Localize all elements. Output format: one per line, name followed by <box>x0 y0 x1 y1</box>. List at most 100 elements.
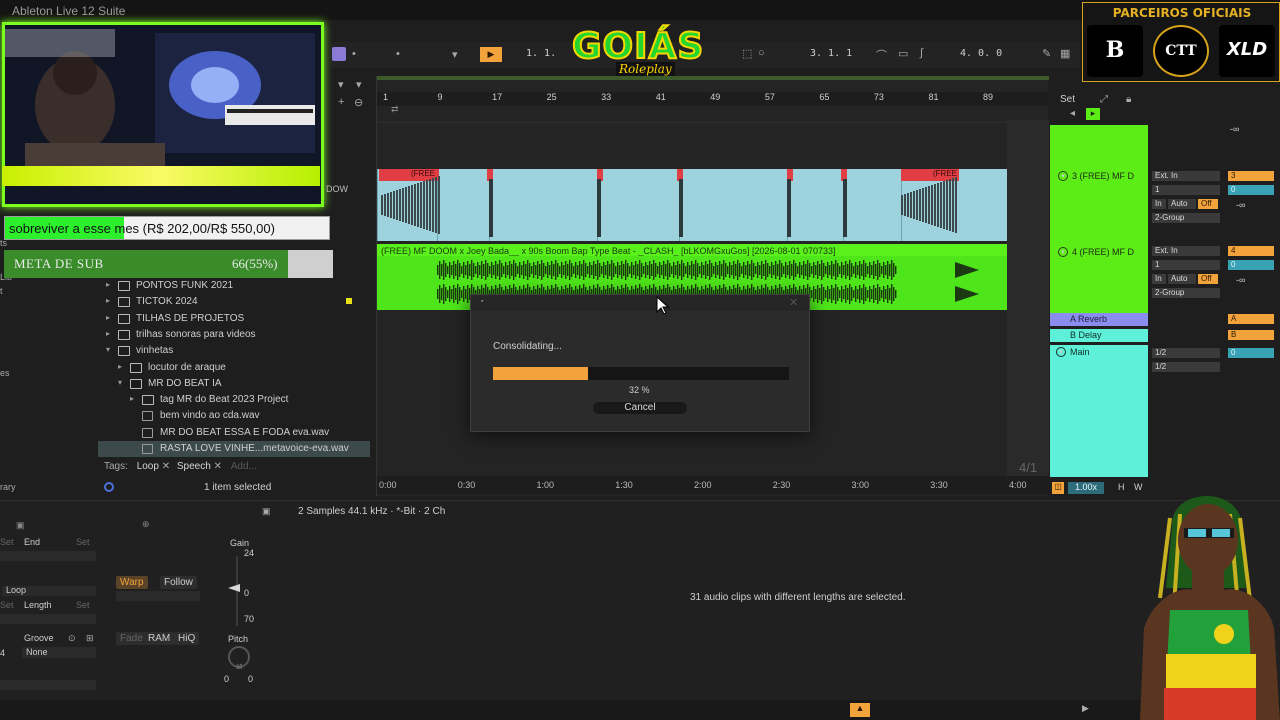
minus-icon[interactable]: ⊖ <box>354 96 363 109</box>
launch-icon[interactable]: ⊕ <box>142 519 150 530</box>
chevron-icon[interactable]: ▸ <box>106 296 110 305</box>
input-channel[interactable]: 1 <box>1152 185 1220 195</box>
play-button[interactable]: ▶ <box>480 47 502 62</box>
chevron-down-icon[interactable]: ▾ <box>356 78 362 91</box>
track-pan[interactable]: -∞ <box>1236 275 1245 285</box>
warp-mode-select[interactable] <box>116 591 200 601</box>
browser-folder-item[interactable]: ▾ vinhetas <box>98 343 370 359</box>
main-volume[interactable]: 0 <box>1228 348 1274 358</box>
close-icon[interactable]: ✕ <box>162 461 173 472</box>
groove-select[interactable]: None <box>22 647 96 658</box>
chevron-icon[interactable]: ▾ <box>118 378 122 387</box>
clip-toggle-icon[interactable]: ▣ <box>16 520 25 531</box>
input-type[interactable]: Ext. In <box>1152 171 1220 181</box>
cancel-button[interactable]: Cancel <box>593 402 687 414</box>
mixer-track-4[interactable]: ▾ 4 (FREE) MF D <box>1050 244 1148 314</box>
keyboard-icon[interactable]: ▦ <box>1060 47 1070 60</box>
arrangement-view[interactable]: 1 9 17 25 33 41 49 57 65 73 81 89 ⇄ (FREE (FREE (FRE… <box>376 76 1049 496</box>
add-icon[interactable]: + <box>338 96 344 108</box>
return-track-b[interactable]: B Delay <box>1050 329 1148 342</box>
main-output[interactable]: 1/2 <box>1152 348 1220 358</box>
lock-icon[interactable]: 🔒︎ <box>1126 94 1131 105</box>
chevron-icon[interactable]: ▾ <box>106 345 110 354</box>
track-name[interactable]: 3 (FREE) MF D <box>1072 171 1134 181</box>
main-output-2[interactable]: 1/2 <box>1152 362 1220 372</box>
arrangement-toggle-icon[interactable]: ▲ <box>850 703 870 717</box>
chevron-icon[interactable]: ▸ <box>118 362 122 371</box>
browser-category[interactable]: es <box>0 368 10 378</box>
overview-strip[interactable] <box>377 76 1049 80</box>
arrow-left-icon[interactable]: ◂ <box>1070 108 1075 119</box>
library-label[interactable]: rary <box>0 482 16 492</box>
set-button[interactable]: Set <box>0 600 14 610</box>
input-type[interactable]: Ext. In <box>1152 246 1220 256</box>
track-fold-icon[interactable]: ▾ <box>1058 171 1068 181</box>
arrow-right-icon[interactable]: ▸ <box>1086 108 1100 120</box>
loop-length[interactable]: 4. 0. 0 <box>960 48 1002 59</box>
time-ruler[interactable]: 0:00 0:30 1:00 1:30 2:00 2:30 3:00 3:30 4:00 <box>377 476 1049 494</box>
hiq-button[interactable]: HiQ <box>174 632 200 645</box>
tag-add[interactable]: Add... <box>231 461 257 472</box>
length-field[interactable] <box>0 614 96 624</box>
output-routing[interactable]: 2-Group <box>1152 288 1220 298</box>
browser-folder-item[interactable]: ▸ TICTOK 2024 <box>98 294 370 310</box>
track-pan[interactable]: -∞ <box>1236 200 1245 210</box>
arrangement-position[interactable]: 1. 1. <box>526 48 556 59</box>
input-channel[interactable]: 1 <box>1152 260 1220 270</box>
follow-icon[interactable]: ⇄ <box>391 104 399 115</box>
chevron-down-icon[interactable]: ▾ <box>452 48 458 61</box>
set-button[interactable]: Set <box>76 537 90 547</box>
return-track-a[interactable]: A Reverb <box>1050 313 1148 326</box>
extra-field[interactable] <box>0 680 96 690</box>
browser-folder-item[interactable]: ▾ MR DO BEAT IA <box>98 376 370 392</box>
monitor-off[interactable]: Off <box>1198 199 1218 209</box>
chevron-down-icon[interactable]: ▾ <box>338 78 344 91</box>
bar-ruler[interactable]: 1 9 17 25 33 41 49 57 65 73 81 89 <box>377 92 1049 106</box>
output-routing[interactable]: 2-Group <box>1152 213 1220 223</box>
audio-track-3-lane[interactable]: (FREE (FREE <box>377 169 1007 241</box>
monitor-in[interactable]: In <box>1152 274 1166 284</box>
chevron-icon[interactable]: ▸ <box>106 313 110 322</box>
track-number[interactable]: 4 <box>1228 246 1274 256</box>
fade-button[interactable]: Fade <box>116 632 147 645</box>
zoom-level[interactable]: 1.00x <box>1068 482 1104 494</box>
main-track[interactable]: ▾ Main <box>1050 345 1148 477</box>
track-name[interactable]: 4 (FREE) MF D <box>1072 247 1134 257</box>
tag-loop[interactable]: Loop <box>137 461 159 472</box>
set-button[interactable]: Set <box>76 600 90 610</box>
groove-hotswap-icon[interactable]: ⊙ <box>68 633 76 644</box>
mixer-track-3[interactable]: ▾ 3 (FREE) MF D <box>1050 168 1148 238</box>
browser-folder-item[interactable]: ▸ trilhas sonoras para videos <box>98 327 370 343</box>
browser-file-item[interactable]: RASTA LOVE VINHE...metavoice-eva.wav <box>98 441 370 457</box>
close-icon[interactable]: ✕ <box>214 461 225 472</box>
pitch-semitones[interactable]: 0 <box>224 674 229 684</box>
sync-icon[interactable]: ◫ <box>1052 482 1064 494</box>
monitor-auto[interactable]: Auto <box>1168 274 1196 284</box>
dialog-titlebar[interactable]: ▪ ✕ <box>471 295 809 311</box>
save-icon[interactable]: ▣ <box>262 506 271 517</box>
monitor-in[interactable]: In <box>1152 199 1166 209</box>
play-icon[interactable]: ▶ <box>1082 703 1089 714</box>
screen-icon[interactable]: ▭ <box>898 47 908 60</box>
mode-button[interactable] <box>332 47 346 61</box>
browser-file-item[interactable]: bem vindo ao cda.wav <box>98 408 370 424</box>
h-button[interactable]: H <box>1118 482 1125 492</box>
punch-in-icon[interactable]: ⌒ <box>876 47 887 63</box>
close-icon[interactable]: ✕ <box>789 296 798 309</box>
track-volume[interactable]: 0 <box>1228 260 1274 270</box>
browser-project-item[interactable]: ▸ tag MR do Beat 2023 Project <box>98 392 370 408</box>
track-fold-icon[interactable]: ▾ <box>1056 347 1066 357</box>
browser-file-item[interactable]: MR DO BEAT ESSA E FODA eva.wav <box>98 425 370 441</box>
browser-category[interactable]: t <box>0 286 3 296</box>
chevron-icon[interactable]: ▸ <box>106 329 110 338</box>
chevron-icon[interactable]: ▸ <box>130 394 134 403</box>
chevron-icon[interactable]: ▸ <box>106 280 110 289</box>
pitch-cents[interactable]: 0 <box>248 674 253 684</box>
browser-folder-item[interactable]: ▸ locutor de araque <box>98 360 370 376</box>
end-field[interactable] <box>0 551 96 561</box>
follow-button[interactable]: Follow <box>160 576 197 589</box>
set-label[interactable]: Set <box>1060 94 1075 105</box>
expand-icon[interactable]: ⤢ <box>1100 94 1108 105</box>
track-volume[interactable]: 0 <box>1228 185 1274 195</box>
draw-mode-icon[interactable]: ✎ <box>1042 47 1051 60</box>
